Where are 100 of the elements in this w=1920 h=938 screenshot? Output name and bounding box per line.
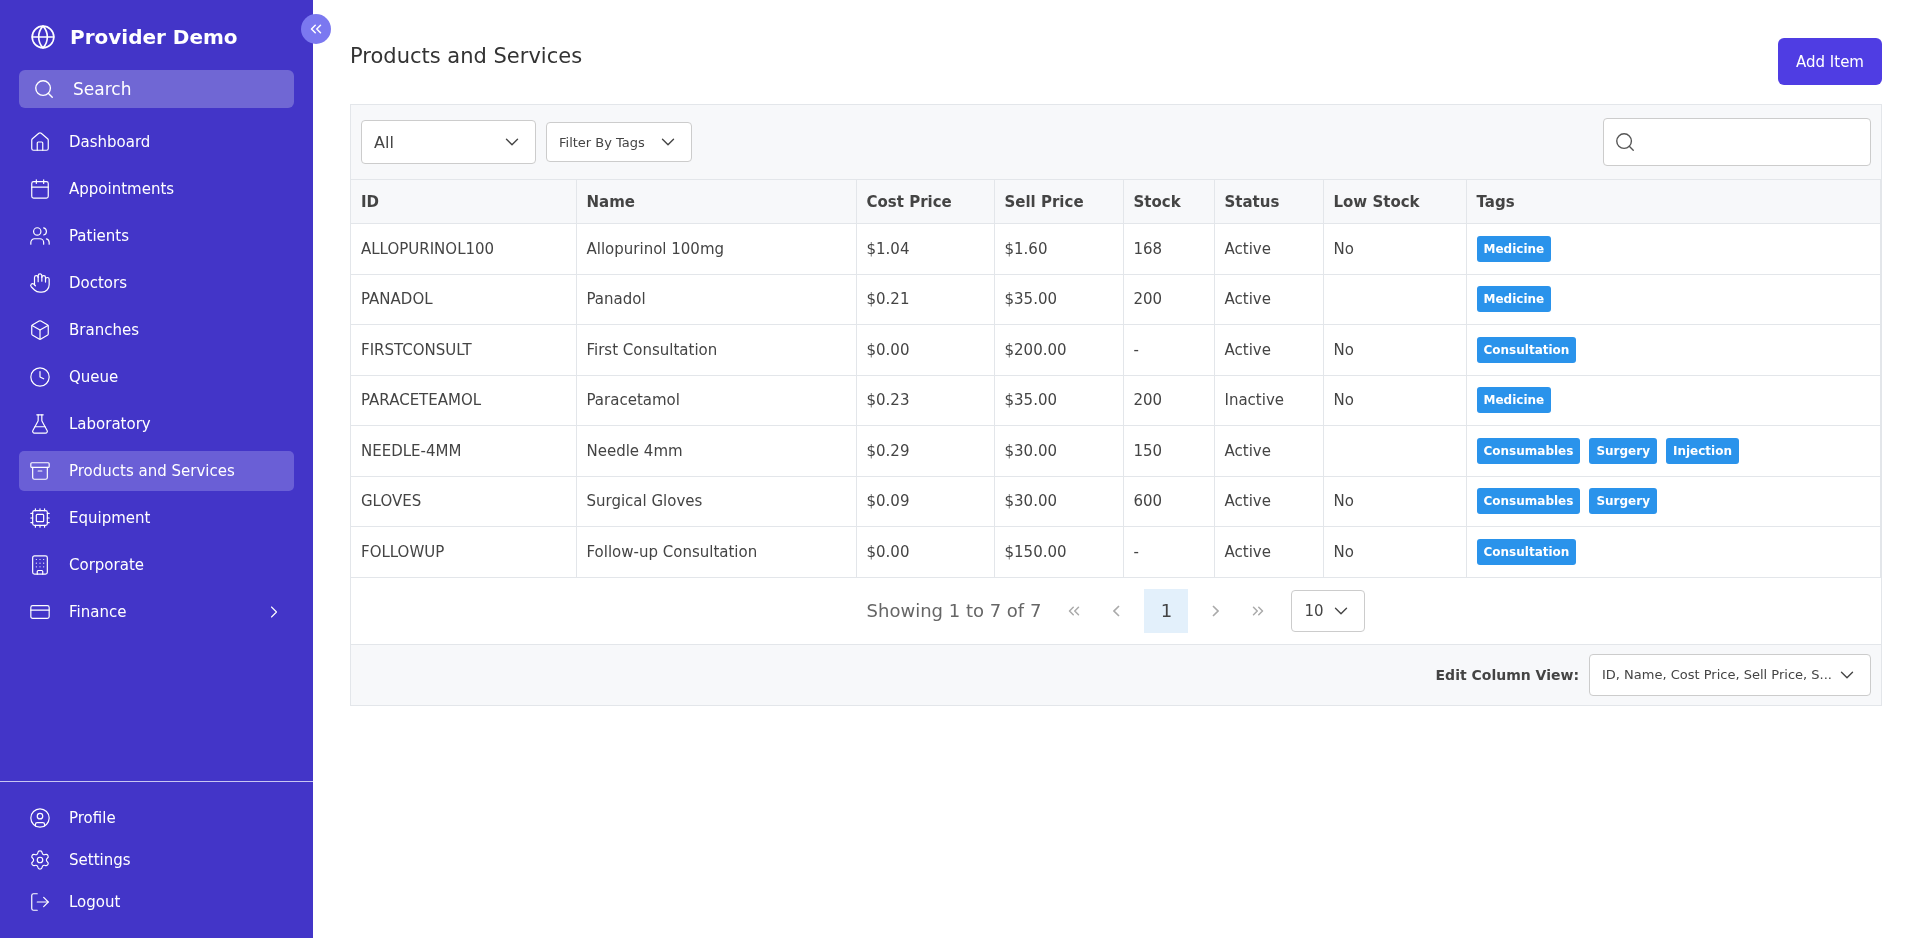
tag: Consumables <box>1476 488 1581 515</box>
table-cell: 150 <box>1123 425 1214 476</box>
table-cell: No <box>1323 375 1466 426</box>
table-cell: 200 <box>1123 274 1214 325</box>
nav-item[interactable]: Products and Services <box>19 451 294 491</box>
brand-name: Provider Demo <box>70 25 238 49</box>
search-field[interactable] <box>1603 118 1871 166</box>
nav-item[interactable]: Branches <box>19 310 294 350</box>
table-cell: No <box>1323 223 1466 274</box>
column-header: Status <box>1214 179 1323 224</box>
chevron-left-icon <box>1113 604 1121 617</box>
column-header: Cost Price <box>856 179 994 224</box>
status-select[interactable]: All <box>361 120 536 164</box>
table-cell: Paracetamol <box>576 375 856 426</box>
tags-filter-select[interactable]: Filter By Tags <box>546 122 692 162</box>
table-cell: $35.00 <box>994 375 1123 426</box>
hand-icon <box>29 272 51 294</box>
flask-icon <box>29 413 51 435</box>
table-cell: $30.00 <box>994 476 1123 527</box>
settings-icon <box>29 849 51 871</box>
nav-item[interactable]: Logout <box>19 884 294 920</box>
box-icon <box>29 319 51 341</box>
column-view-select[interactable]: ID, Name, Cost Price, Sell Price, S... <box>1589 653 1871 696</box>
add-item-button[interactable]: Add Item <box>1778 38 1882 85</box>
nav-item[interactable]: Corporate <box>19 545 294 585</box>
nav-item[interactable]: Appointments <box>19 169 294 209</box>
table-cell: Surgical Gloves <box>576 476 856 527</box>
table-cell: Allopurinol 100mg <box>576 223 856 274</box>
table-cell: $35.00 <box>994 274 1123 325</box>
column-view-label: Edit Column View: <box>1435 666 1579 683</box>
table-cell: Needle 4mm <box>576 425 856 476</box>
table-cell: No <box>1323 526 1466 577</box>
nav-item[interactable]: Laboratory <box>19 404 294 444</box>
table-cell: No <box>1323 476 1466 527</box>
nav-item[interactable]: Settings <box>19 842 294 878</box>
table-cell: $0.00 <box>856 324 994 375</box>
nav-item[interactable]: Dashboard <box>19 122 294 162</box>
tag: Medicine <box>1476 387 1552 414</box>
table-cell: Active <box>1214 425 1323 476</box>
pagination-summary: Showing 1 to 7 of 7 <box>866 600 1042 621</box>
table-cell: $0.23 <box>856 375 994 426</box>
page-button[interactable]: 1 <box>1144 588 1189 633</box>
nav-item[interactable]: Finance <box>19 592 294 632</box>
table-cell: Follow-up Consultation <box>576 526 856 577</box>
tag: Surgery <box>1589 488 1657 515</box>
nav-item[interactable]: Profile <box>19 800 294 836</box>
table-cell: NEEDLE-4MM <box>351 425 576 476</box>
tag: Medicine <box>1476 286 1552 313</box>
table-cell: GLOVES <box>351 476 576 527</box>
table-cell: $150.00 <box>994 526 1123 577</box>
table-cell: $200.00 <box>994 324 1123 375</box>
table-cell: FIRSTCONSULT <box>351 324 576 375</box>
tag: Injection <box>1665 437 1739 464</box>
nav-item[interactable]: Patients <box>19 216 294 256</box>
table-cell: No <box>1323 324 1466 375</box>
chip-icon <box>29 507 51 529</box>
nav-item[interactable]: Queue <box>19 357 294 397</box>
search-icon <box>33 78 55 100</box>
table-cell: 168 <box>1123 223 1214 274</box>
table-cell: $0.00 <box>856 526 994 577</box>
table-cell: - <box>1123 526 1214 577</box>
table-cell: - <box>1123 324 1214 375</box>
table-cell: 600 <box>1123 476 1214 527</box>
table-cell: $0.09 <box>856 476 994 527</box>
table-cell: First Consultation <box>576 324 856 375</box>
table-cell: $0.21 <box>856 274 994 325</box>
table-cell: PANADOL <box>351 274 576 325</box>
table-cell: 200 <box>1123 375 1214 426</box>
home-icon <box>29 131 51 153</box>
table-cell: $1.60 <box>994 223 1123 274</box>
search-icon <box>1614 131 1636 153</box>
globe-icon <box>30 24 56 50</box>
tag: Surgery <box>1589 437 1657 464</box>
column-header: Low Stock <box>1323 179 1466 224</box>
table-cell: FOLLOWUP <box>351 526 576 577</box>
nav-item[interactable]: Doctors <box>19 263 294 303</box>
page-title: Products and Services <box>350 44 583 68</box>
table-cell: Active <box>1214 324 1323 375</box>
column-header: Sell Price <box>994 179 1123 224</box>
sidebar-search[interactable]: Search <box>19 70 294 108</box>
table-cell: Panadol <box>576 274 856 325</box>
page-size-select[interactable]: 10 <box>1291 589 1366 632</box>
table-cell: Active <box>1214 526 1323 577</box>
column-header: Tags <box>1466 179 1881 224</box>
table-cell: $0.29 <box>856 425 994 476</box>
column-header: Name <box>576 179 856 224</box>
calendar-icon <box>29 178 51 200</box>
building-icon <box>29 554 51 576</box>
chevron-right-icon <box>1212 604 1220 617</box>
tray-icon <box>29 460 51 482</box>
column-header: ID <box>351 179 576 224</box>
column-header: Stock <box>1123 179 1214 224</box>
tag: Consumables <box>1476 437 1581 464</box>
table-cell: Active <box>1214 223 1323 274</box>
nav-item[interactable]: Equipment <box>19 498 294 538</box>
tag: Medicine <box>1476 235 1552 262</box>
collapse-button[interactable] <box>301 14 331 44</box>
table-cell: Active <box>1214 476 1323 527</box>
table-cell: Active <box>1214 274 1323 325</box>
table-cell: $30.00 <box>994 425 1123 476</box>
